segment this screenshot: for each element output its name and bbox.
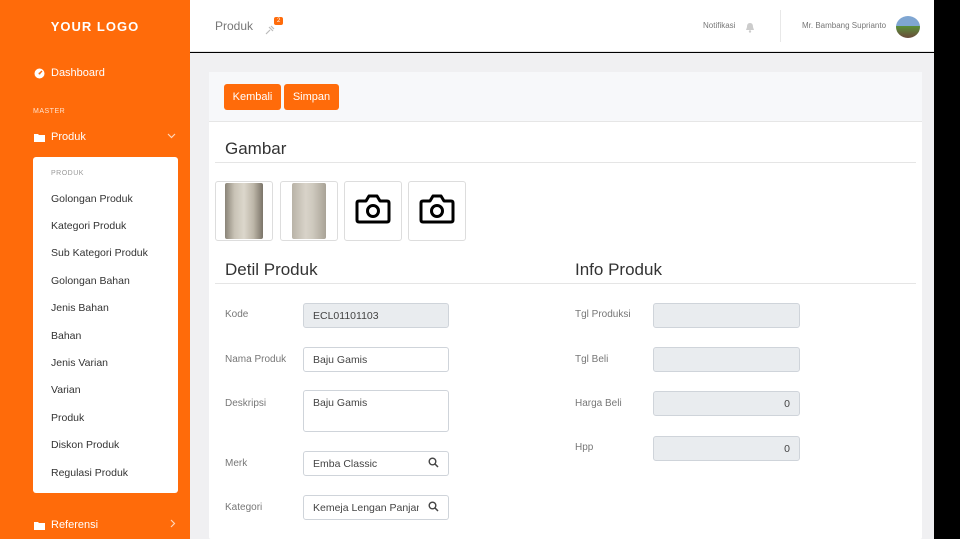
divider <box>215 283 916 284</box>
nama-produk-field[interactable]: Baju Gamis <box>303 347 449 372</box>
add-image-slot-1[interactable] <box>344 181 402 241</box>
tgl-produksi-field[interactable] <box>653 303 800 328</box>
user-name[interactable]: Mr. Bambang Suprianto <box>802 21 886 30</box>
submenu-item[interactable]: Varian <box>51 384 81 396</box>
sidebar-item-label: Referensi <box>51 519 99 531</box>
topbar: Produk 2 Notifikasi Mr. Bambang Supriant… <box>190 0 934 52</box>
nama-produk-label: Nama Produk <box>225 354 287 365</box>
kode-label: Kode <box>225 309 249 320</box>
kategori-search-button[interactable] <box>419 495 449 520</box>
sidebar-item-label: Produk <box>51 131 86 143</box>
pants-photo <box>292 183 326 239</box>
submenu-item[interactable]: Golongan Produk <box>51 193 133 205</box>
sidebar: YOUR LOGO Dashboard MASTER Produk PRODUK… <box>0 0 190 539</box>
merk-field[interactable]: Emba Classic <box>303 451 420 476</box>
breadcrumb[interactable]: Produk <box>215 19 253 33</box>
submenu-item[interactable]: Regulasi Produk <box>51 467 128 479</box>
product-image-1[interactable] <box>215 181 273 241</box>
product-image-2[interactable] <box>280 181 338 241</box>
submenu-item[interactable]: Sub Kategori Produk <box>51 247 148 259</box>
sidebar-item-referensi[interactable]: Referensi <box>34 519 98 531</box>
chevron-right-icon[interactable] <box>170 519 176 530</box>
section-label: MASTER <box>33 108 66 115</box>
harga-beli-label: Harga Beli <box>575 398 622 409</box>
camera-icon <box>419 193 455 230</box>
merk-label: Merk <box>225 458 248 469</box>
kode-field[interactable]: ECL01101103 <box>303 303 449 328</box>
sidebar-item-dashboard[interactable]: Dashboard <box>34 67 105 79</box>
divider <box>215 162 916 163</box>
logo: YOUR LOGO <box>50 18 140 34</box>
submenu-item[interactable]: Kategori Produk <box>51 220 126 232</box>
gallery-title: Gambar <box>225 139 287 158</box>
hpp-label: Hpp <box>575 442 594 453</box>
submenu-item[interactable]: Diskon Produk <box>51 439 119 451</box>
folder-icon <box>34 132 45 143</box>
product-form-card: Kembali Simpan Gambar Detil Produk Info … <box>209 72 922 539</box>
harga-beli-field[interactable]: 0 <box>653 391 800 416</box>
tgl-produksi-label: Tgl Produksi <box>575 309 631 320</box>
submenu-item[interactable]: Jenis Varian <box>51 357 108 369</box>
submenu-header: PRODUK <box>51 170 84 177</box>
add-image-slot-2[interactable] <box>408 181 466 241</box>
detail-title: Detil Produk <box>225 260 318 279</box>
sidebar-item-label: Dashboard <box>51 67 105 79</box>
tgl-beli-label: Tgl Beli <box>575 354 609 365</box>
kategori-field[interactable]: Kemeja Lengan Panjang <box>303 495 420 520</box>
save-button[interactable]: Simpan <box>284 84 339 110</box>
pants-photo <box>225 183 263 239</box>
chevron-down-icon[interactable] <box>167 131 176 141</box>
tgl-beli-field[interactable] <box>653 347 800 372</box>
submenu-item[interactable]: Jenis Bahan <box>51 302 109 314</box>
deskripsi-label: Deskripsi <box>225 398 267 409</box>
search-icon <box>428 455 439 473</box>
info-title: Info Produk <box>575 260 662 279</box>
submenu-item[interactable]: Golongan Bahan <box>51 275 130 287</box>
kategori-label: Kategori <box>225 502 263 513</box>
submenu-item[interactable]: Produk <box>51 412 84 424</box>
submenu-produk: PRODUK Golongan Produk Kategori Produk S… <box>33 157 178 493</box>
back-button[interactable]: Kembali <box>224 84 281 110</box>
deskripsi-textarea[interactable]: Baju Gamis <box>303 390 449 432</box>
submenu-item[interactable]: Bahan <box>51 330 81 342</box>
count-badge: 2 <box>274 17 284 25</box>
dashboard-icon <box>34 68 45 79</box>
hpp-field[interactable]: 0 <box>653 436 800 461</box>
pin-icon[interactable] <box>265 22 275 40</box>
divider <box>780 10 781 42</box>
notifications-label[interactable]: Notifikasi <box>703 21 735 30</box>
camera-icon <box>355 193 391 230</box>
avatar[interactable] <box>896 16 920 38</box>
merk-search-button[interactable] <box>419 451 449 476</box>
search-icon <box>428 499 439 517</box>
card-header: Kembali Simpan <box>209 72 922 122</box>
bell-icon[interactable] <box>745 20 755 38</box>
folder-icon <box>34 520 45 531</box>
sidebar-item-produk[interactable]: Produk <box>34 131 86 143</box>
